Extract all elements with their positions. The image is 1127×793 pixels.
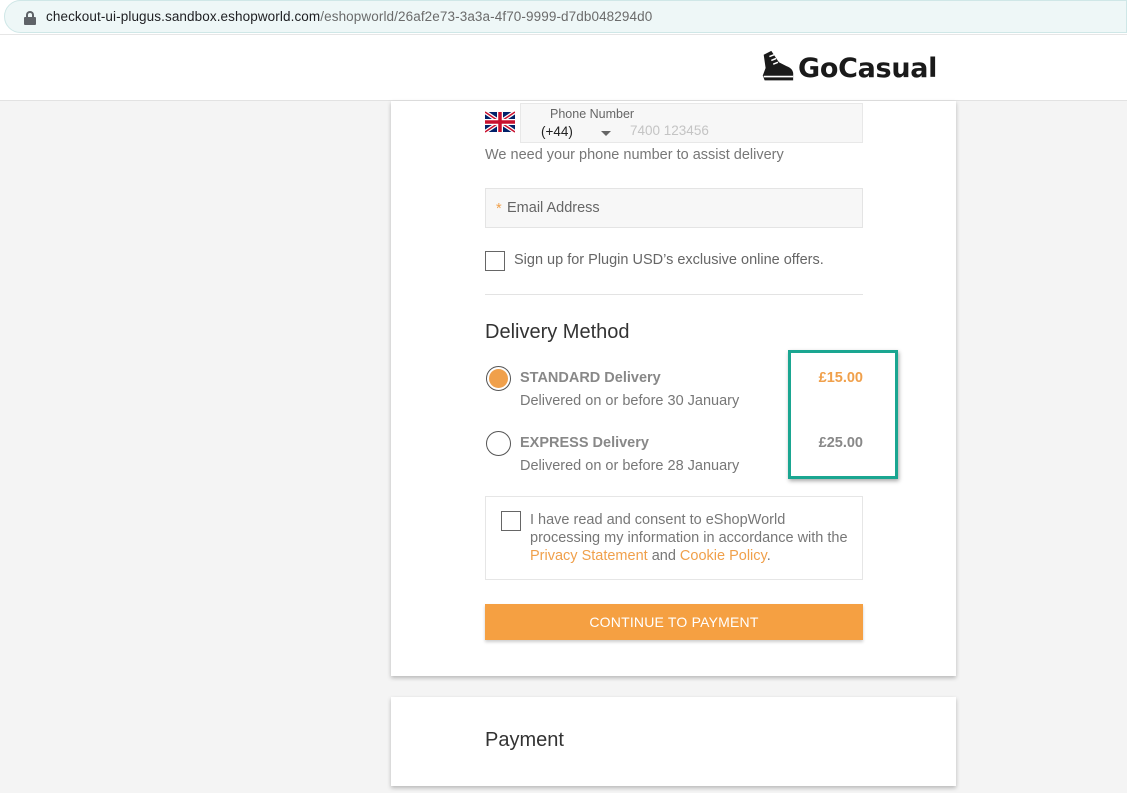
required-mark: * — [496, 201, 502, 217]
divider — [485, 294, 863, 295]
express-delivery-name[interactable]: EXPRESS Delivery — [520, 435, 649, 451]
phone-number-label: Phone Number — [550, 107, 635, 121]
country-code-select[interactable]: (+44) — [541, 124, 573, 139]
checkout-card: Phone Number (+44) 7400 123456 We need y… — [391, 101, 956, 676]
phone-hint: We need your phone number to assist deli… — [485, 147, 784, 163]
phone-number-field[interactable]: Phone Number (+44) 7400 123456 — [520, 103, 863, 143]
url-text[interactable]: checkout-ui-plugus.sandbox.eshopworld.co… — [46, 9, 652, 24]
url-path: /eshopworld/26af2e73-3a3a-4f70-9999-d7db… — [320, 9, 653, 24]
newsletter-label[interactable]: Sign up for Plugin USD’s exclusive onlin… — [514, 252, 824, 268]
brand-logo[interactable]: GoCasual — [758, 48, 937, 88]
brand-name: GoCasual — [798, 52, 938, 84]
site-header: GoCasual — [0, 35, 1127, 101]
standard-delivery-name[interactable]: STANDARD Delivery — [520, 370, 661, 386]
address-field[interactable]: checkout-ui-plugus.sandbox.eshopworld.co… — [4, 0, 1127, 33]
consent-text-1: I have read and consent to eShopWorld pr… — [530, 512, 848, 546]
standard-delivery-date: Delivered on or before 30 January — [520, 393, 740, 409]
lock-icon[interactable] — [24, 11, 36, 25]
browser-url-bar[interactable]: checkout-ui-plugus.sandbox.eshopworld.co… — [0, 0, 1127, 35]
express-delivery-radio[interactable] — [486, 431, 511, 456]
payment-title[interactable]: Payment — [485, 729, 564, 752]
delivery-method-title: Delivery Method — [485, 321, 630, 343]
standard-delivery-radio[interactable] — [486, 366, 511, 391]
chevron-down-icon[interactable] — [601, 131, 611, 136]
email-placeholder: Email Address — [507, 200, 600, 216]
consent-text-2: and — [647, 548, 680, 564]
newsletter-checkbox[interactable] — [485, 251, 505, 271]
price-highlight-box — [788, 350, 898, 479]
uk-flag-icon[interactable] — [485, 111, 515, 133]
consent-box: I have read and consent to eShopWorld pr… — [485, 496, 863, 580]
consent-text-3: . — [766, 548, 771, 564]
express-delivery-date: Delivered on or before 28 January — [520, 458, 740, 474]
email-field[interactable]: * Email Address — [485, 188, 863, 228]
phone-number-input[interactable]: 7400 123456 — [630, 123, 709, 138]
continue-to-payment-button[interactable]: CONTINUE TO PAYMENT — [485, 604, 863, 640]
privacy-statement-link[interactable]: Privacy Statement — [530, 548, 648, 564]
sneaker-icon — [762, 50, 794, 81]
consent-checkbox[interactable] — [501, 511, 521, 531]
payment-card: Payment — [391, 697, 956, 786]
cookie-policy-link[interactable]: Cookie Policy — [680, 548, 767, 564]
url-host: checkout-ui-plugus.sandbox.eshopworld.co… — [46, 9, 321, 24]
consent-text: I have read and consent to eShopWorld pr… — [530, 511, 850, 565]
